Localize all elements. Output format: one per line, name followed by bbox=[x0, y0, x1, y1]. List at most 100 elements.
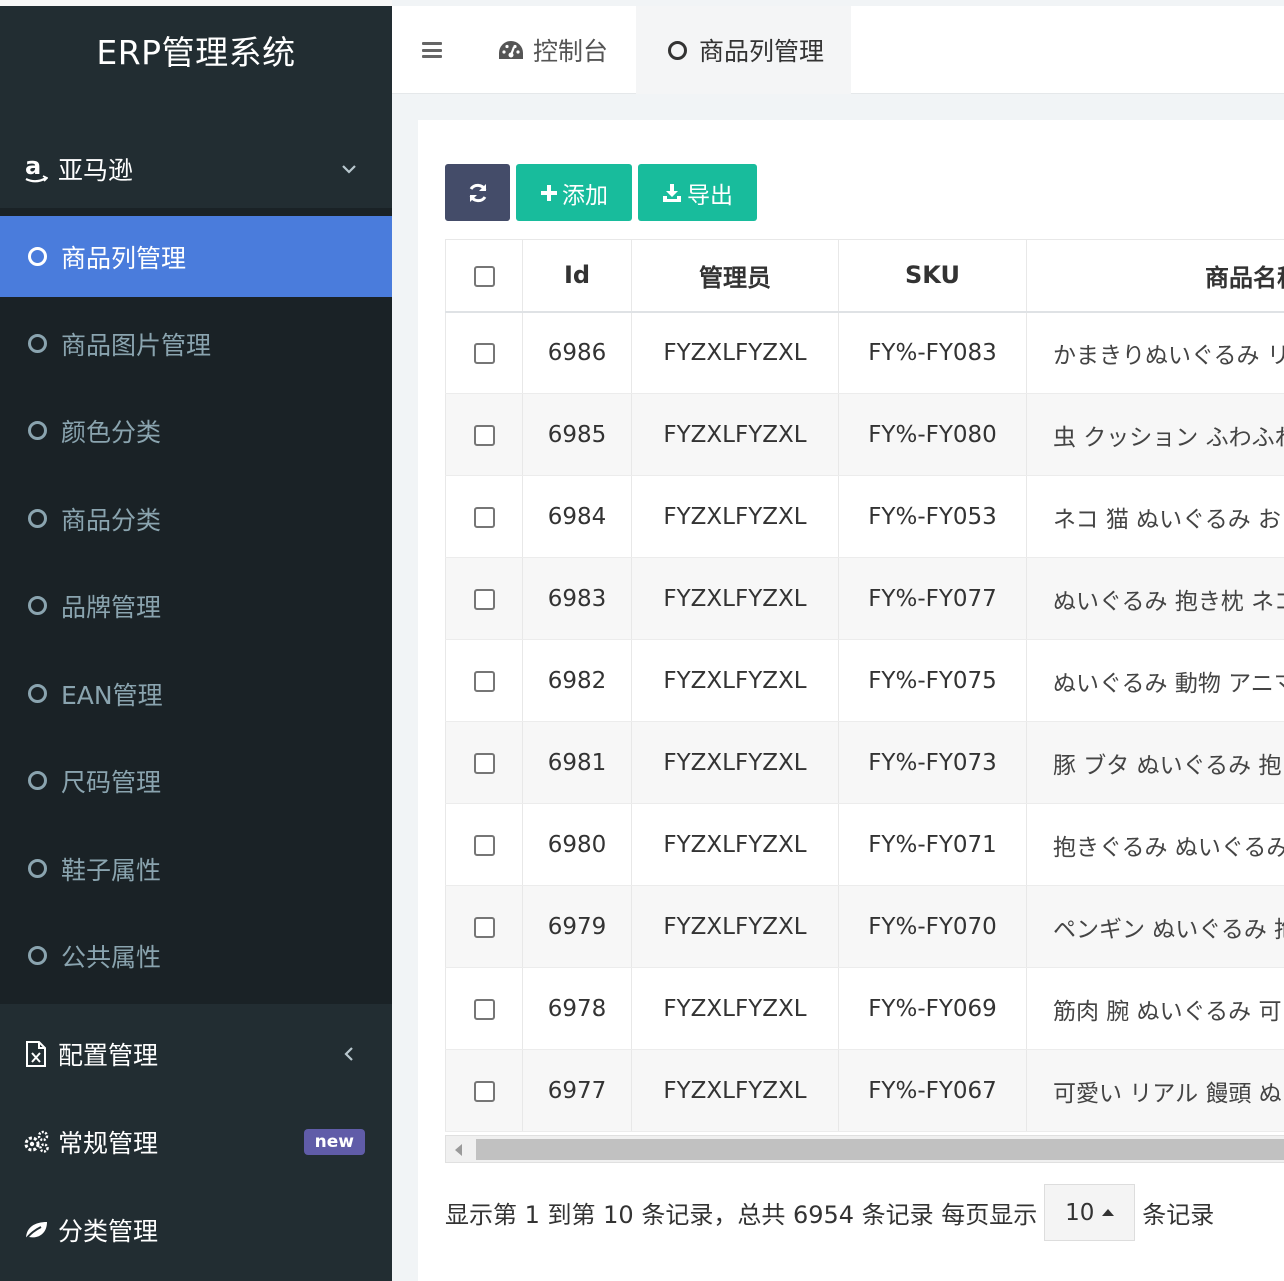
submenu-item-product-images[interactable]: 商品图片管理 bbox=[0, 303, 392, 384]
tab-label: 控制台 bbox=[533, 37, 609, 66]
cell-sku: FY%-FY069 bbox=[838, 967, 1027, 1050]
table-row[interactable]: 6980 FYZXLFYZXL FY%-FY071 抱きぐるみ ぬいぐるみ bbox=[445, 803, 1284, 886]
cell-admin: FYZXLFYZXL bbox=[631, 803, 839, 886]
cell-admin: FYZXLFYZXL bbox=[631, 639, 839, 722]
add-button[interactable]: 添加 bbox=[516, 164, 632, 221]
cell-id: 6982 bbox=[522, 639, 632, 722]
cell-id: 6977 bbox=[522, 1049, 632, 1132]
cell-name: ぬいぐるみ 抱き枕 ネコ bbox=[1026, 557, 1284, 640]
circle-icon bbox=[28, 771, 47, 790]
tab-dashboard[interactable]: 控制台 bbox=[498, 6, 632, 94]
cell-sku: FY%-FY070 bbox=[838, 885, 1027, 968]
sidebar-item-amazon[interactable]: a 亚马逊 bbox=[0, 125, 392, 213]
row-checkbox[interactable] bbox=[473, 670, 495, 692]
submenu-item-shoe-attributes[interactable]: 鞋子属性 bbox=[0, 828, 392, 909]
submenu-item-product-list[interactable]: 商品列管理 bbox=[0, 216, 392, 297]
cell-sku: FY%-FY075 bbox=[838, 639, 1027, 722]
table-row[interactable]: 6986 FYZXLFYZXL FY%-FY083 かまきりぬいぐるみ リ bbox=[445, 311, 1284, 394]
cell-name: 虫 クッション ふわふわ bbox=[1026, 393, 1284, 476]
column-header-name[interactable]: 商品名称 bbox=[1026, 239, 1284, 313]
row-checkbox[interactable] bbox=[473, 834, 495, 856]
scrollbar-thumb[interactable] bbox=[476, 1139, 1284, 1160]
row-checkbox[interactable] bbox=[473, 916, 495, 938]
export-button[interactable]: 导出 bbox=[638, 164, 757, 221]
submenu-item-product-categories[interactable]: 商品分类 bbox=[0, 478, 392, 559]
table-row[interactable]: 6983 FYZXLFYZXL FY%-FY077 ぬいぐるみ 抱き枕 ネコ bbox=[445, 557, 1284, 640]
row-select-cell bbox=[445, 557, 523, 640]
download-icon bbox=[662, 183, 682, 203]
row-select-cell bbox=[445, 311, 523, 394]
circle-icon bbox=[28, 509, 47, 528]
submenu-item-colors[interactable]: 颜色分类 bbox=[0, 390, 392, 471]
submenu-item-ean[interactable]: EAN管理 bbox=[0, 653, 392, 734]
submenu-item-brands[interactable]: 品牌管理 bbox=[0, 565, 392, 646]
column-header-sku[interactable]: SKU bbox=[838, 239, 1027, 313]
sidebar-item-category[interactable]: 分类管理 bbox=[0, 1186, 392, 1274]
cell-sku: FY%-FY073 bbox=[838, 721, 1027, 804]
table-row[interactable]: 6982 FYZXLFYZXL FY%-FY075 ぬいぐるみ 動物 アニマ bbox=[445, 639, 1284, 722]
submenu-item-label: 颜色分类 bbox=[61, 417, 162, 447]
cell-admin: FYZXLFYZXL bbox=[631, 311, 839, 394]
submenu-item-common-attributes[interactable]: 公共属性 bbox=[0, 915, 392, 996]
dashboard-icon bbox=[498, 40, 524, 60]
horizontal-scrollbar[interactable] bbox=[445, 1135, 1284, 1163]
cell-name: 豚 ブタ ぬいぐるみ 抱 bbox=[1026, 721, 1284, 804]
tab-label: 商品列管理 bbox=[699, 37, 825, 66]
svg-text:a: a bbox=[25, 154, 41, 180]
row-checkbox[interactable] bbox=[473, 506, 495, 528]
tab-product-list[interactable]: 商品列管理 bbox=[636, 6, 851, 94]
row-select-cell bbox=[445, 639, 523, 722]
row-checkbox[interactable] bbox=[473, 588, 495, 610]
sidebar-item-label: 常规管理 bbox=[58, 1129, 159, 1158]
submenu-item-sizes[interactable]: 尺码管理 bbox=[0, 740, 392, 821]
submenu-item-label: 商品图片管理 bbox=[61, 330, 212, 360]
top-navbar: 控制台 商品列管理 bbox=[392, 6, 1284, 94]
hamburger-menu-icon[interactable] bbox=[422, 42, 442, 58]
cell-sku: FY%-FY077 bbox=[838, 557, 1027, 640]
table-row[interactable]: 6979 FYZXLFYZXL FY%-FY070 ペンギン ぬいぐるみ 抱 bbox=[445, 885, 1284, 968]
row-checkbox[interactable] bbox=[473, 752, 495, 774]
row-checkbox[interactable] bbox=[473, 998, 495, 1020]
cell-name: かまきりぬいぐるみ リ bbox=[1026, 311, 1284, 394]
circle-icon bbox=[28, 946, 47, 965]
table-row[interactable]: 6981 FYZXLFYZXL FY%-FY073 豚 ブタ ぬいぐるみ 抱 bbox=[445, 721, 1284, 804]
table-row[interactable]: 6984 FYZXLFYZXL FY%-FY053 ネコ 猫 ぬいぐるみ お bbox=[445, 475, 1284, 558]
amazon-icon: a bbox=[20, 154, 52, 184]
checkbox[interactable] bbox=[473, 265, 495, 287]
cell-name: ペンギン ぬいぐるみ 抱 bbox=[1026, 885, 1284, 968]
column-header-id[interactable]: Id bbox=[522, 239, 632, 313]
row-checkbox[interactable] bbox=[473, 424, 495, 446]
header-select-all[interactable] bbox=[445, 239, 523, 313]
new-badge: new bbox=[303, 1129, 365, 1155]
cell-sku: FY%-FY083 bbox=[838, 311, 1027, 394]
cell-id: 6979 bbox=[522, 885, 632, 968]
sidebar-item-config[interactable]: 配置管理 bbox=[0, 1010, 392, 1098]
scroll-left-arrow-icon[interactable] bbox=[455, 1144, 462, 1156]
cell-id: 6981 bbox=[522, 721, 632, 804]
circle-icon bbox=[28, 859, 47, 878]
table-row[interactable]: 6977 FYZXLFYZXL FY%-FY067 可愛い リアル 饅頭 ぬ bbox=[445, 1049, 1284, 1132]
sidebar-item-label: 亚马逊 bbox=[58, 156, 134, 185]
cell-admin: FYZXLFYZXL bbox=[631, 1049, 839, 1132]
cell-sku: FY%-FY067 bbox=[838, 1049, 1027, 1132]
app-title[interactable]: ERP管理系统 bbox=[0, 6, 392, 94]
sidebar: ERP管理系统 a 亚马逊 商品列管理 商品图片管理 颜色分类 商品分类 品牌管… bbox=[0, 0, 392, 1281]
cell-id: 6983 bbox=[522, 557, 632, 640]
submenu-item-label: 品牌管理 bbox=[61, 592, 162, 622]
row-checkbox[interactable] bbox=[473, 342, 495, 364]
pagination-suffix: 条记录 bbox=[1142, 1201, 1215, 1229]
table-row[interactable]: 6985 FYZXLFYZXL FY%-FY080 虫 クッション ふわふわ bbox=[445, 393, 1284, 476]
row-select-cell bbox=[445, 393, 523, 476]
circle-icon bbox=[28, 596, 47, 615]
row-select-cell bbox=[445, 885, 523, 968]
cell-admin: FYZXLFYZXL bbox=[631, 475, 839, 558]
submenu-item-label: 鞋子属性 bbox=[61, 855, 162, 885]
cell-id: 6980 bbox=[522, 803, 632, 886]
sidebar-item-general[interactable]: 常规管理 new bbox=[0, 1098, 392, 1186]
page-size-dropdown[interactable]: 10 bbox=[1044, 1184, 1136, 1241]
refresh-button[interactable] bbox=[445, 164, 510, 221]
page-size-value: 10 bbox=[1065, 1199, 1095, 1226]
column-header-admin[interactable]: 管理员 bbox=[631, 239, 839, 313]
table-row[interactable]: 6978 FYZXLFYZXL FY%-FY069 筋肉 腕 ぬいぐるみ 可 bbox=[445, 967, 1284, 1050]
row-checkbox[interactable] bbox=[473, 1080, 495, 1102]
